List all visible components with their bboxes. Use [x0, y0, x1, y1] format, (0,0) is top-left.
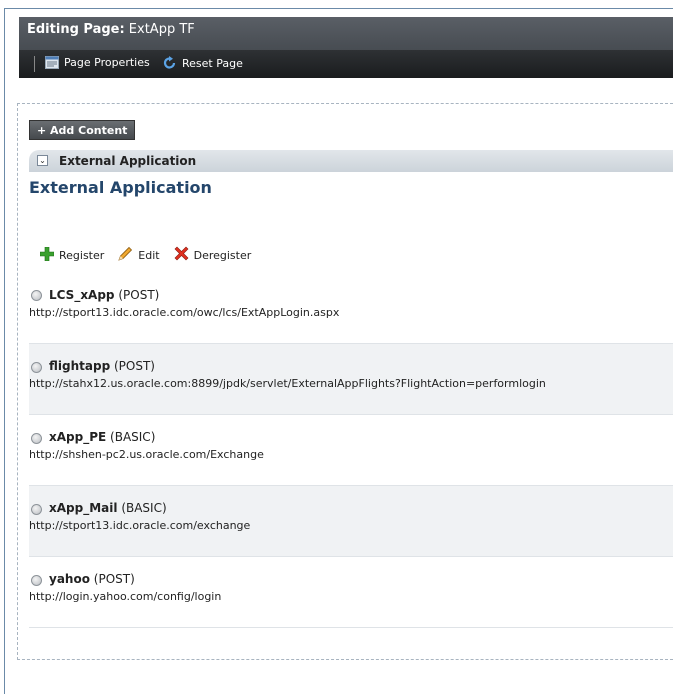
app-method: (POST): [118, 288, 160, 302]
section-heading: External Application: [29, 178, 212, 197]
page-title: Editing Page: ExtApp TF: [27, 22, 195, 37]
title-prefix: Editing Page:: [27, 22, 125, 37]
page-properties-label: Page Properties: [64, 56, 150, 69]
list-item[interactable]: yahoo (POST) http://login.yahoo.com/conf…: [29, 557, 673, 628]
edit-label: Edit: [138, 248, 160, 262]
app-name: xApp_Mail (BASIC): [49, 501, 167, 515]
register-button[interactable]: Register: [39, 246, 105, 264]
deregister-label: Deregister: [193, 248, 252, 262]
app-url: http://stport13.idc.oracle.com/owc/lcs/E…: [29, 306, 340, 319]
delete-icon: [174, 246, 189, 264]
action-bar: Register Edit Deregister: [39, 246, 252, 264]
app-name: yahoo (POST): [49, 572, 135, 586]
list-item[interactable]: LCS_xApp (POST) http://stport13.idc.orac…: [29, 273, 673, 344]
list-item[interactable]: xApp_Mail (BASIC) http://stport13.idc.or…: [29, 486, 673, 557]
reset-page-label: Reset Page: [182, 56, 243, 70]
radio-button[interactable]: [31, 575, 42, 586]
reset-page-button[interactable]: Reset Page: [163, 56, 243, 70]
pencil-icon: [118, 246, 133, 264]
list-item[interactable]: flightapp (POST) http://stahx12.us.oracl…: [29, 344, 673, 415]
app-method: (BASIC): [110, 430, 156, 444]
app-method: (POST): [113, 359, 155, 373]
edit-button[interactable]: Edit: [118, 246, 160, 264]
app-name-text: flightapp: [49, 359, 111, 373]
deregister-button[interactable]: Deregister: [174, 246, 252, 264]
app-name: LCS_xApp (POST): [49, 288, 159, 302]
app-url: http://stahx12.us.oracle.com:8899/jpdk/s…: [29, 377, 546, 390]
app-url: http://shshen-pc2.us.oracle.com/Exchange: [29, 448, 264, 461]
reset-icon: [163, 56, 177, 70]
app-method: (BASIC): [121, 501, 167, 515]
radio-button[interactable]: [31, 433, 42, 444]
title-page-name: ExtApp TF: [124, 22, 195, 37]
app-name: xApp_PE (BASIC): [49, 430, 155, 444]
page-properties-icon: [45, 56, 59, 69]
app-name: flightapp (POST): [49, 359, 155, 373]
app-name-text: xApp_PE: [49, 430, 107, 444]
edit-toolbar: Page Properties Reset Page: [19, 50, 673, 78]
chevron-down-icon[interactable]: ⌄: [37, 155, 48, 166]
radio-button[interactable]: [31, 504, 42, 515]
register-label: Register: [59, 248, 105, 262]
app-url: http://stport13.idc.oracle.com/exchange: [29, 519, 251, 532]
plus-icon: [39, 246, 55, 264]
toolbar-separator: [34, 56, 35, 72]
portlet-title: External Application: [59, 154, 197, 168]
app-name-text: yahoo: [49, 572, 90, 586]
app-name-text: LCS_xApp: [49, 288, 115, 302]
radio-button[interactable]: [31, 362, 42, 373]
app-url: http://login.yahoo.com/config/login: [29, 590, 222, 603]
radio-button[interactable]: [31, 290, 42, 301]
edit-header: Editing Page: ExtApp TF Page Properties: [19, 17, 673, 78]
list-item[interactable]: xApp_PE (BASIC) http://shshen-pc2.us.ora…: [29, 415, 673, 486]
external-app-list: LCS_xApp (POST) http://stport13.idc.orac…: [29, 273, 673, 628]
page-properties-button[interactable]: Page Properties: [45, 56, 150, 69]
app-method: (POST): [93, 572, 135, 586]
add-content-button[interactable]: + Add Content: [29, 120, 136, 140]
app-name-text: xApp_Mail: [49, 501, 118, 515]
portlet-header: ⌄ External Application: [29, 150, 673, 172]
